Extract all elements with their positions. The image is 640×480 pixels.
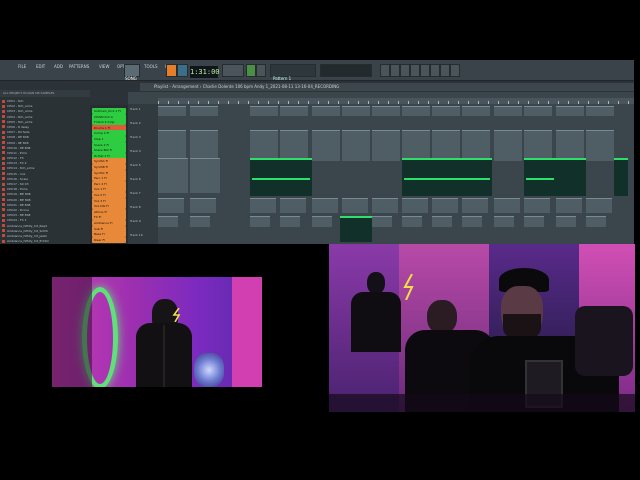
- playlist-clip[interactable]: [372, 106, 400, 116]
- playlist-clip[interactable]: [158, 158, 188, 193]
- playlist-clip[interactable]: [462, 106, 490, 116]
- playlist-clip[interactable]: [190, 216, 210, 227]
- playlist-clip[interactable]: [158, 106, 186, 116]
- reaction-video-feed: [329, 244, 635, 412]
- playlist-clip[interactable]: [280, 130, 308, 161]
- playlist-clip[interactable]: [342, 198, 368, 213]
- playlist-clip[interactable]: [586, 130, 614, 161]
- playlist-clip[interactable]: [280, 216, 300, 227]
- mic-stand: [163, 325, 165, 387]
- playlist-clip[interactable]: [524, 198, 550, 213]
- playlist-clip[interactable]: [432, 106, 460, 116]
- playlist-clip[interactable]: [524, 106, 552, 116]
- playlist-clip[interactable]: [556, 130, 584, 161]
- playlist-clip[interactable]: [402, 198, 428, 213]
- playlist-clip[interactable]: [586, 106, 614, 116]
- studio-video-feed: [52, 277, 262, 387]
- playlist-clip[interactable]: [494, 130, 522, 161]
- audio-clip[interactable]: [614, 158, 628, 196]
- playlist-clip[interactable]: [312, 216, 332, 227]
- desk-edge: [329, 394, 635, 412]
- playlist-clip[interactable]: [372, 198, 398, 213]
- neon-bolt-icon: [172, 307, 182, 323]
- center-person-head: [427, 300, 457, 334]
- playlist-clip[interactable]: [432, 130, 460, 161]
- playlist-clip[interactable]: [312, 106, 340, 116]
- studio-chair: [575, 306, 633, 376]
- playlist-clip[interactable]: [556, 106, 584, 116]
- playlist-clip[interactable]: [190, 158, 220, 193]
- playlist-clip[interactable]: [158, 216, 178, 227]
- audio-clip[interactable]: [524, 158, 586, 196]
- playlist-clip[interactable]: [402, 216, 422, 227]
- playlist-clip[interactable]: [280, 198, 306, 213]
- waveform: [526, 178, 554, 180]
- playlist-clip[interactable]: [342, 106, 370, 116]
- playlist-clip[interactable]: [556, 198, 582, 213]
- playlist-clip[interactable]: [372, 216, 392, 227]
- crystal-decor: [194, 353, 224, 387]
- pink-wall: [232, 277, 262, 387]
- playlist-clip[interactable]: [462, 216, 482, 227]
- playlist-clip[interactable]: [250, 130, 278, 161]
- playlist-clip[interactable]: [190, 106, 218, 116]
- playlist-clip[interactable]: [494, 198, 520, 213]
- playlist-clip[interactable]: [586, 216, 606, 227]
- playlist-clip[interactable]: [494, 216, 514, 227]
- audio-clip[interactable]: [250, 158, 312, 196]
- playlist-clip[interactable]: [462, 130, 490, 161]
- playlist-clip[interactable]: [190, 130, 218, 161]
- playlist-clip[interactable]: [432, 216, 452, 227]
- playlist-clip[interactable]: [372, 130, 400, 161]
- background-person-head: [367, 272, 385, 294]
- background-person-body: [351, 292, 401, 352]
- clip-layer: [0, 60, 634, 244]
- shadow-wall: [52, 277, 92, 387]
- neon-bolt-icon: [403, 273, 415, 301]
- playlist-clip[interactable]: [586, 198, 612, 213]
- playlist-clip[interactable]: [158, 130, 186, 161]
- playlist-clip[interactable]: [280, 106, 308, 116]
- waveform: [404, 178, 490, 180]
- playlist-clip[interactable]: [432, 198, 458, 213]
- playlist-clip[interactable]: [524, 216, 544, 227]
- waveform: [252, 178, 310, 180]
- audio-clip[interactable]: [340, 216, 372, 242]
- daw-window: FILEEDITADDPATTERNSVIEWOPTIONSTOOLSHELP …: [0, 60, 634, 248]
- playlist-clip[interactable]: [524, 130, 552, 161]
- playlist-clip[interactable]: [250, 198, 276, 213]
- playlist-clip[interactable]: [494, 106, 522, 116]
- playlist-clip[interactable]: [158, 198, 184, 213]
- playlist-clip[interactable]: [556, 216, 576, 227]
- playlist-clip[interactable]: [250, 216, 270, 227]
- playlist-clip[interactable]: [462, 198, 488, 213]
- playlist-clip[interactable]: [250, 106, 278, 116]
- playlist-clip[interactable]: [312, 198, 338, 213]
- playlist-clip[interactable]: [190, 198, 216, 213]
- playlist-clip[interactable]: [402, 130, 430, 161]
- audio-clip[interactable]: [402, 158, 492, 196]
- playlist-clip[interactable]: [312, 130, 340, 161]
- playlist-clip[interactable]: [402, 106, 430, 116]
- playlist-clip[interactable]: [342, 130, 370, 161]
